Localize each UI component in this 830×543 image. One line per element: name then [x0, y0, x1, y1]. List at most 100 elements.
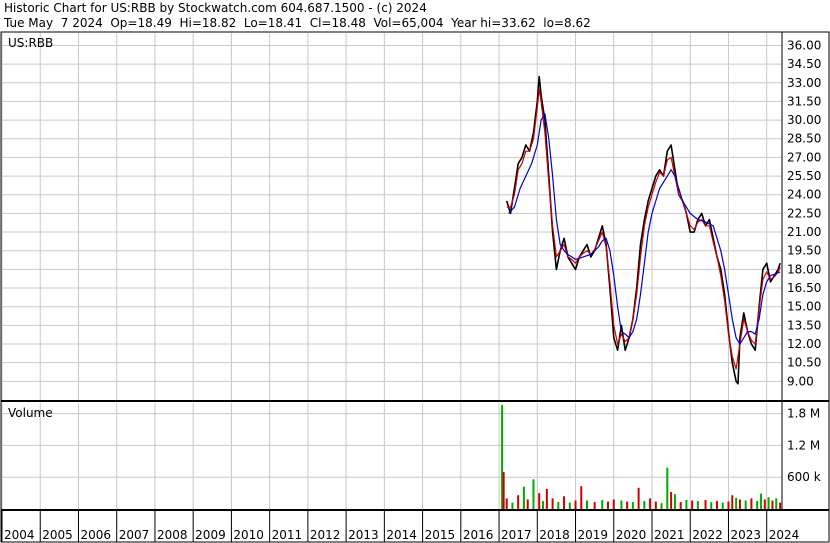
volume-bar [511, 502, 514, 509]
volume-bar [670, 492, 673, 509]
y-tick-label: 31.50 [787, 94, 821, 108]
x-tick-label: 2014 [386, 528, 417, 542]
volume-bar [631, 502, 634, 509]
y-tick-label: 18.00 [787, 262, 821, 276]
volume-bar [738, 499, 741, 509]
volume-bar [542, 501, 545, 509]
x-tick-label: 2008 [157, 528, 188, 542]
x-tick-label: 2020 [616, 528, 647, 542]
volume-bar [607, 501, 610, 509]
y-tick-labels: 36.00 34.50 33.00 31.50 30.00 28.50 27.00 25.50… [787, 38, 821, 388]
x-tick-label: 2022 [692, 528, 723, 542]
volume-tick-label: 1.8 M [787, 407, 820, 421]
y-tick-label: 27.00 [787, 150, 821, 164]
volume-bar [654, 501, 657, 509]
volume-bar [744, 500, 747, 509]
volume-bar [612, 499, 615, 509]
volume-bar [735, 497, 738, 509]
volume-panel-label: Volume [8, 406, 53, 420]
x-tick-label: 2016 [463, 528, 494, 542]
volume-bar [522, 486, 525, 509]
y-tick-label: 33.00 [787, 76, 821, 90]
volume-bar [763, 499, 766, 509]
y-tick-label: 9.00 [787, 374, 814, 388]
volume-bar [727, 501, 730, 509]
y-tick-label: 15.00 [787, 300, 821, 314]
volume-bar [779, 502, 782, 509]
x-tick-label: 2009 [195, 528, 226, 542]
stock-chart: US:RBB Volume 36.00 34.50 33.00 31.50 30.00 2… [0, 31, 830, 543]
y-tick-label: 24.00 [787, 188, 821, 202]
volume-bar [551, 498, 554, 509]
x-tick-label: 2012 [310, 528, 341, 542]
x-tick-label: 2015 [425, 528, 456, 542]
volume-bar [643, 501, 646, 509]
x-tick-labels: 2004 2005 2006 2007 2008 2009 2010 2011 2012 2013… [4, 528, 799, 542]
volume-bar [691, 500, 694, 509]
y-tick-label: 22.50 [787, 206, 821, 220]
volume-bar [637, 487, 640, 509]
volume-bar [620, 500, 623, 509]
volume-bar [721, 502, 724, 509]
volume-bar [601, 499, 604, 509]
volume-bar [568, 502, 571, 509]
price-panel-label: US:RBB [8, 36, 53, 50]
x-tick-label: 2024 [769, 528, 800, 542]
volume-bar [532, 479, 535, 509]
x-tick-label: 2010 [233, 528, 264, 542]
grid-lines [1, 33, 782, 542]
volume-bar [593, 502, 596, 509]
y-tick-label: 36.00 [787, 38, 821, 52]
x-tick-label: 2017 [501, 528, 532, 542]
y-tick-label: 13.50 [787, 318, 821, 332]
x-tick-label: 2021 [654, 528, 685, 542]
volume-bar [759, 493, 762, 509]
volume-bar [538, 493, 541, 509]
volume-bar [505, 498, 508, 509]
chart-frame [0, 31, 830, 543]
volume-bar [771, 500, 774, 509]
volume-bar [526, 499, 529, 509]
x-tick-label: 2011 [272, 528, 303, 542]
x-tick-label: 2006 [80, 528, 111, 542]
volume-bar [679, 502, 682, 509]
volume-bar [666, 467, 669, 509]
x-tick-label: 2013 [348, 528, 379, 542]
volume-bar [756, 501, 759, 509]
volume-bar [767, 497, 770, 509]
volume-bar [750, 498, 753, 509]
volume-bar [563, 496, 566, 509]
volume-bar [586, 500, 588, 509]
volume-bar [649, 498, 652, 509]
y-tick-label: 19.50 [787, 244, 821, 258]
volume-bar [704, 499, 707, 509]
volume-tick-label: 600 k [787, 470, 821, 484]
y-tick-label: 30.00 [787, 113, 821, 127]
volume-tick-labels: 1.8 M 1.2 M 600 k [787, 407, 821, 485]
y-tick-label: 28.50 [787, 132, 821, 146]
x-tick-label: 2019 [578, 528, 609, 542]
y-tick-label: 16.50 [787, 281, 821, 295]
volume-bar [775, 498, 778, 509]
volume-bar [545, 488, 548, 509]
price-lines [505, 75, 781, 385]
volume-bar [574, 500, 577, 509]
y-tick-label: 12.00 [787, 337, 821, 351]
y-tick-label: 21.00 [787, 225, 821, 239]
volume-bar [517, 495, 520, 509]
volume-bars [501, 405, 782, 509]
volume-bar [626, 501, 629, 509]
y-tick-label: 34.50 [787, 57, 821, 71]
volume-bar [716, 501, 718, 509]
volume-bar [502, 471, 505, 509]
volume-bar [660, 503, 663, 509]
volume-bar [731, 495, 734, 509]
x-tick-label: 2018 [539, 528, 570, 542]
volume-bar [580, 486, 583, 509]
x-tick-label: 2005 [42, 528, 73, 542]
volume-bar [673, 494, 676, 509]
x-tick-label: 2023 [730, 528, 761, 542]
x-tick-label: 2004 [4, 528, 35, 542]
volume-bar [710, 502, 713, 509]
volume-bar [685, 499, 688, 509]
